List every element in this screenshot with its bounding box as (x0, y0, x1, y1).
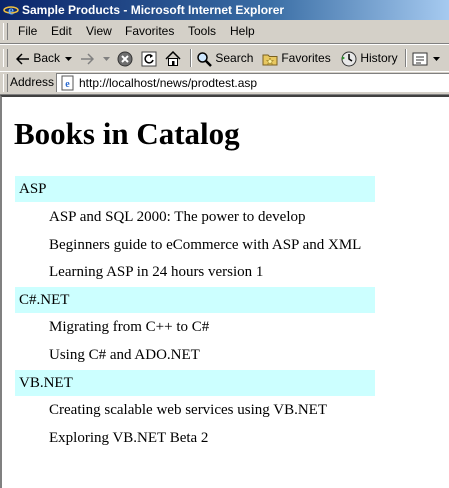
address-url: http://localhost/news/prodtest.asp (79, 76, 258, 90)
stop-icon (117, 51, 133, 67)
refresh-icon (141, 51, 157, 67)
back-arrow-icon (15, 53, 29, 65)
address-label: Address (10, 75, 55, 89)
history-icon (341, 51, 357, 67)
product-item: Beginners guide to eCommerce with ASP an… (49, 237, 362, 253)
favorites-label: Favorites (281, 51, 331, 65)
favorites-button[interactable]: Favorites (262, 48, 331, 68)
menu-file[interactable]: File (18, 24, 37, 38)
menu-bar: File Edit View Favorites Tools Help (0, 20, 449, 44)
favorites-folder-icon (262, 54, 278, 66)
category-header: C#.NET (15, 287, 375, 313)
menu-favorites[interactable]: Favorites (125, 24, 174, 38)
chevron-down-icon (65, 56, 72, 61)
stop-button[interactable] (117, 48, 133, 68)
mail-button[interactable] (412, 48, 441, 68)
category-header: VB.NET (15, 370, 375, 396)
home-icon (165, 50, 181, 66)
mail-icon (412, 52, 428, 66)
svg-text:e: e (8, 3, 14, 18)
svg-text:e: e (65, 79, 70, 90)
address-input[interactable]: e http://localhost/news/prodtest.asp (56, 73, 449, 92)
back-button[interactable]: Back (15, 48, 61, 68)
toolbar-separator (190, 49, 192, 67)
product-item: Learning ASP in 24 hours version 1 (49, 264, 264, 280)
menu-tools[interactable]: Tools (188, 24, 216, 38)
page-title: Books in Catalog (14, 116, 240, 151)
forward-dropdown[interactable] (103, 48, 110, 68)
product-item: Exploring VB.NET Beta 2 (49, 430, 209, 446)
standard-toolbar: Back Search Favorites History (0, 44, 449, 72)
back-dropdown[interactable] (65, 48, 72, 68)
home-button[interactable] (165, 48, 181, 68)
window-title: Sample Products - Microsoft Internet Exp… (22, 3, 285, 17)
menu-help[interactable]: Help (230, 24, 255, 38)
product-item: Creating scalable web services using VB.… (49, 402, 327, 418)
product-item: Migrating from C++ to C# (49, 319, 210, 335)
search-label: Search (215, 51, 254, 65)
forward-arrow-icon (81, 53, 95, 65)
address-bar: Address e http://localhost/news/prodtest… (0, 71, 449, 95)
forward-button[interactable] (80, 48, 95, 68)
address-bar-grip[interactable] (3, 74, 8, 92)
product-item: ASP and SQL 2000: The power to develop (49, 209, 306, 225)
window-title-bar[interactable]: e Sample Products - Microsoft Internet E… (0, 0, 449, 20)
page-content: Books in Catalog ASP ASP and SQL 2000: T… (0, 95, 449, 488)
internet-explorer-icon: e (3, 3, 19, 18)
chevron-down-icon (103, 56, 110, 61)
history-label: History (360, 51, 398, 65)
refresh-button[interactable] (141, 48, 157, 68)
category-header: ASP (15, 176, 375, 202)
menu-bar-grip[interactable] (3, 23, 8, 40)
history-button[interactable]: History (341, 48, 398, 68)
back-label: Back (33, 51, 61, 65)
toolbar-separator (405, 49, 407, 67)
menu-edit[interactable]: Edit (51, 24, 72, 38)
toolbar-grip[interactable] (3, 49, 8, 67)
chevron-down-icon (433, 56, 441, 61)
search-button[interactable]: Search (196, 48, 253, 68)
search-icon (197, 52, 212, 67)
product-item: Using C# and ADO.NET (49, 347, 200, 363)
menu-view[interactable]: View (86, 24, 112, 38)
page-icon: e (61, 75, 74, 91)
